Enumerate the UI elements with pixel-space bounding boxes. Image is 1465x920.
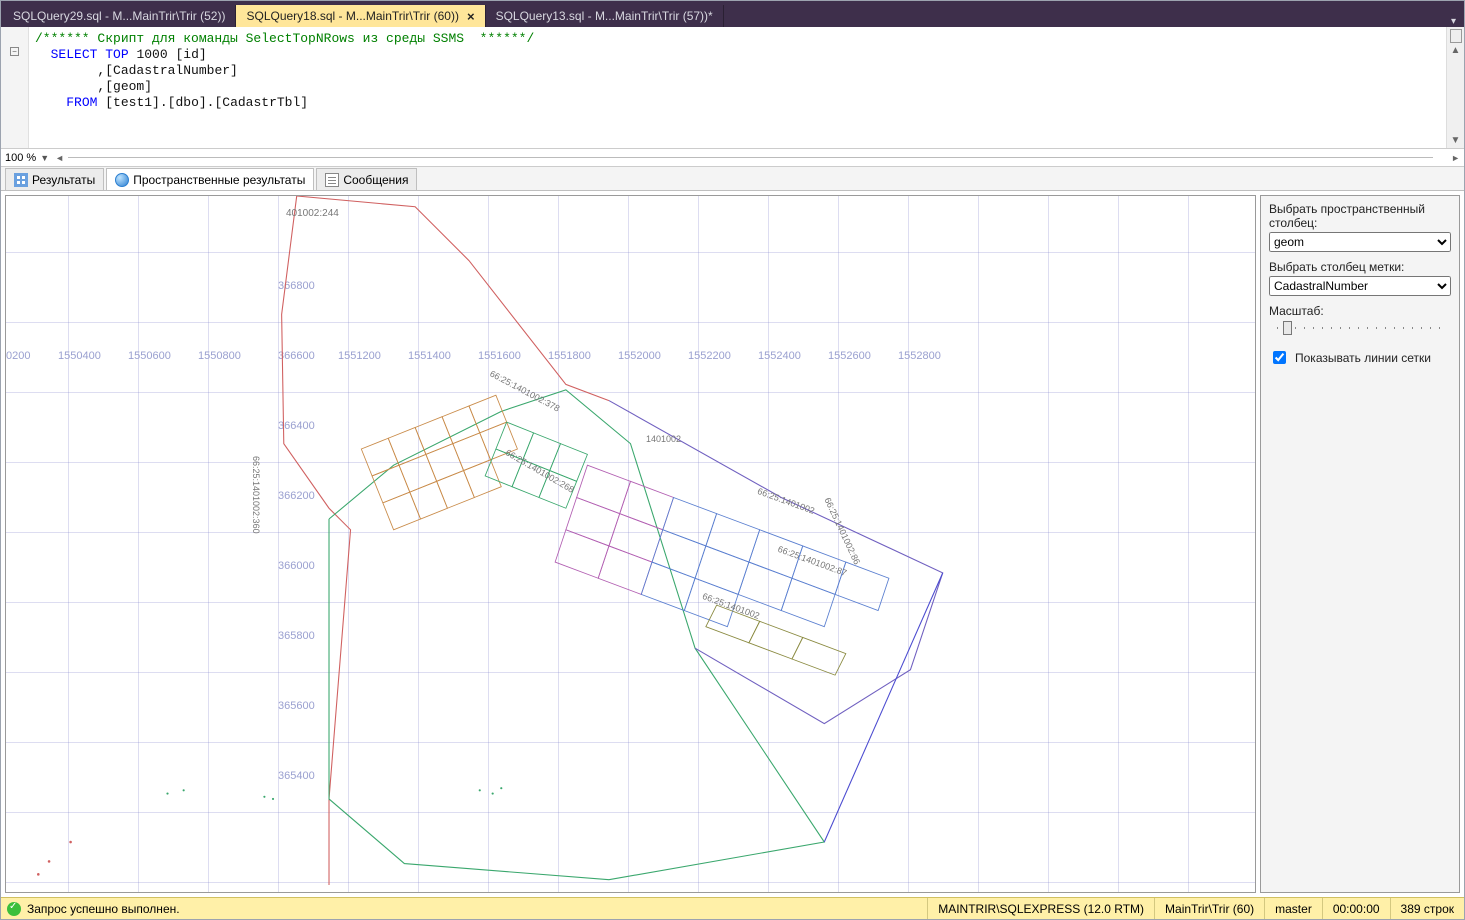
file-tab-0[interactable]: SQLQuery29.sql - M...MainTrir\Trir (52)) xyxy=(3,5,236,27)
col-id: [id] xyxy=(175,47,206,62)
file-tab-2[interactable]: SQLQuery13.sql - M...MainTrir\Trir (57))… xyxy=(486,5,724,27)
spatial-column-select[interactable]: geom xyxy=(1269,232,1451,252)
kw-top: TOP xyxy=(105,47,128,62)
code-area[interactable]: /****** Скрипт для команды SelectTopNRow… xyxy=(29,27,1446,148)
slider-thumb[interactable] xyxy=(1283,321,1292,335)
split-view-icon[interactable] xyxy=(1450,29,1462,43)
grid-icon xyxy=(14,173,28,187)
messages-icon xyxy=(325,173,339,187)
tab-results-label: Результаты xyxy=(32,173,95,187)
kw-from: FROM xyxy=(66,95,97,110)
label-column-label: Выбрать столбец метки: xyxy=(1269,260,1451,274)
zoom-label: Масштаб: xyxy=(1269,304,1451,318)
scroll-right-icon[interactable]: ► xyxy=(1451,153,1460,163)
file-tab-bar: SQLQuery29.sql - M...MainTrir\Trir (52))… xyxy=(1,1,1464,27)
gridlines-checkbox[interactable] xyxy=(1273,351,1286,364)
tab-results[interactable]: Результаты xyxy=(5,168,104,190)
gridlines-label: Показывать линии сетки xyxy=(1295,351,1431,365)
close-icon[interactable]: × xyxy=(467,9,475,24)
status-time: 00:00:00 xyxy=(1322,898,1390,919)
scroll-left-icon[interactable]: ◄ xyxy=(55,153,64,163)
status-message: Запрос успешно выполнен. xyxy=(27,902,927,916)
col-cadnum: ,[CadastralNumber] xyxy=(97,63,237,78)
kw-select: SELECT xyxy=(51,47,98,62)
file-tab-label: SQLQuery29.sql - M...MainTrir\Trir (52)) xyxy=(13,9,225,23)
tab-spatial-label: Пространственные результаты xyxy=(133,173,305,187)
tab-menu-dropdown[interactable]: ▾ xyxy=(1443,16,1464,27)
scroll-up-icon[interactable]: ▲ xyxy=(1451,43,1461,58)
success-icon xyxy=(7,902,21,916)
h-scroll-track[interactable] xyxy=(68,154,1447,162)
tab-messages-label: Сообщения xyxy=(343,173,408,187)
workspace: 366800 366600 366400 366200 366000 36580… xyxy=(1,191,1464,897)
zoom-value: 100 % xyxy=(5,152,36,164)
result-tab-bar: Результаты Пространственные результаты С… xyxy=(1,167,1464,191)
spatial-side-panel: Выбрать пространственный столбец: geom В… xyxy=(1260,195,1460,893)
editor-scrollbar[interactable]: ▲ ▼ xyxy=(1446,27,1464,148)
status-bar: Запрос успешно выполнен. MAINTRIR\SQLEXP… xyxy=(1,897,1464,919)
zoom-slider[interactable] xyxy=(1269,320,1451,336)
top-n: 1000 xyxy=(136,47,167,62)
zoom-dropdown-icon[interactable]: ▼ xyxy=(40,153,49,163)
status-rows: 389 строк xyxy=(1390,898,1464,919)
status-server: MAINTRIR\SQLEXPRESS (12.0 RTM) xyxy=(927,898,1154,919)
file-tab-1[interactable]: SQLQuery18.sql - M...MainTrir\Trir (60))… xyxy=(236,5,485,27)
tab-spatial[interactable]: Пространственные результаты xyxy=(106,168,314,190)
spatial-column-label: Выбрать пространственный столбец: xyxy=(1269,202,1451,230)
scroll-down-icon[interactable]: ▼ xyxy=(1451,133,1461,148)
code-comment: /****** Скрипт для команды SelectTopNRow… xyxy=(35,31,534,46)
tab-messages[interactable]: Сообщения xyxy=(316,168,417,190)
globe-icon xyxy=(115,173,129,187)
spatial-map[interactable]: 366800 366600 366400 366200 366000 36580… xyxy=(5,195,1256,893)
app-root: SQLQuery29.sql - M...MainTrir\Trir (52))… xyxy=(0,0,1465,920)
map-geometry xyxy=(6,196,1255,885)
from-target: [test1].[dbo].[CadastrTbl] xyxy=(105,95,308,110)
col-geom: ,[geom] xyxy=(97,79,152,94)
file-tab-label: SQLQuery18.sql - M...MainTrir\Trir (60)) xyxy=(246,9,458,23)
status-db: master xyxy=(1264,898,1322,919)
zoom-bar: 100 % ▼ ◄ ► xyxy=(1,149,1464,167)
editor-gutter: − xyxy=(1,27,29,148)
file-tab-label: SQLQuery13.sql - M...MainTrir\Trir (57))… xyxy=(496,9,713,23)
label-column-select[interactable]: CadastralNumber xyxy=(1269,276,1451,296)
sql-editor[interactable]: − /****** Скрипт для команды SelectTopNR… xyxy=(1,27,1464,149)
status-login: MainTrir\Trir (60) xyxy=(1154,898,1264,919)
fold-icon[interactable]: − xyxy=(10,47,19,56)
